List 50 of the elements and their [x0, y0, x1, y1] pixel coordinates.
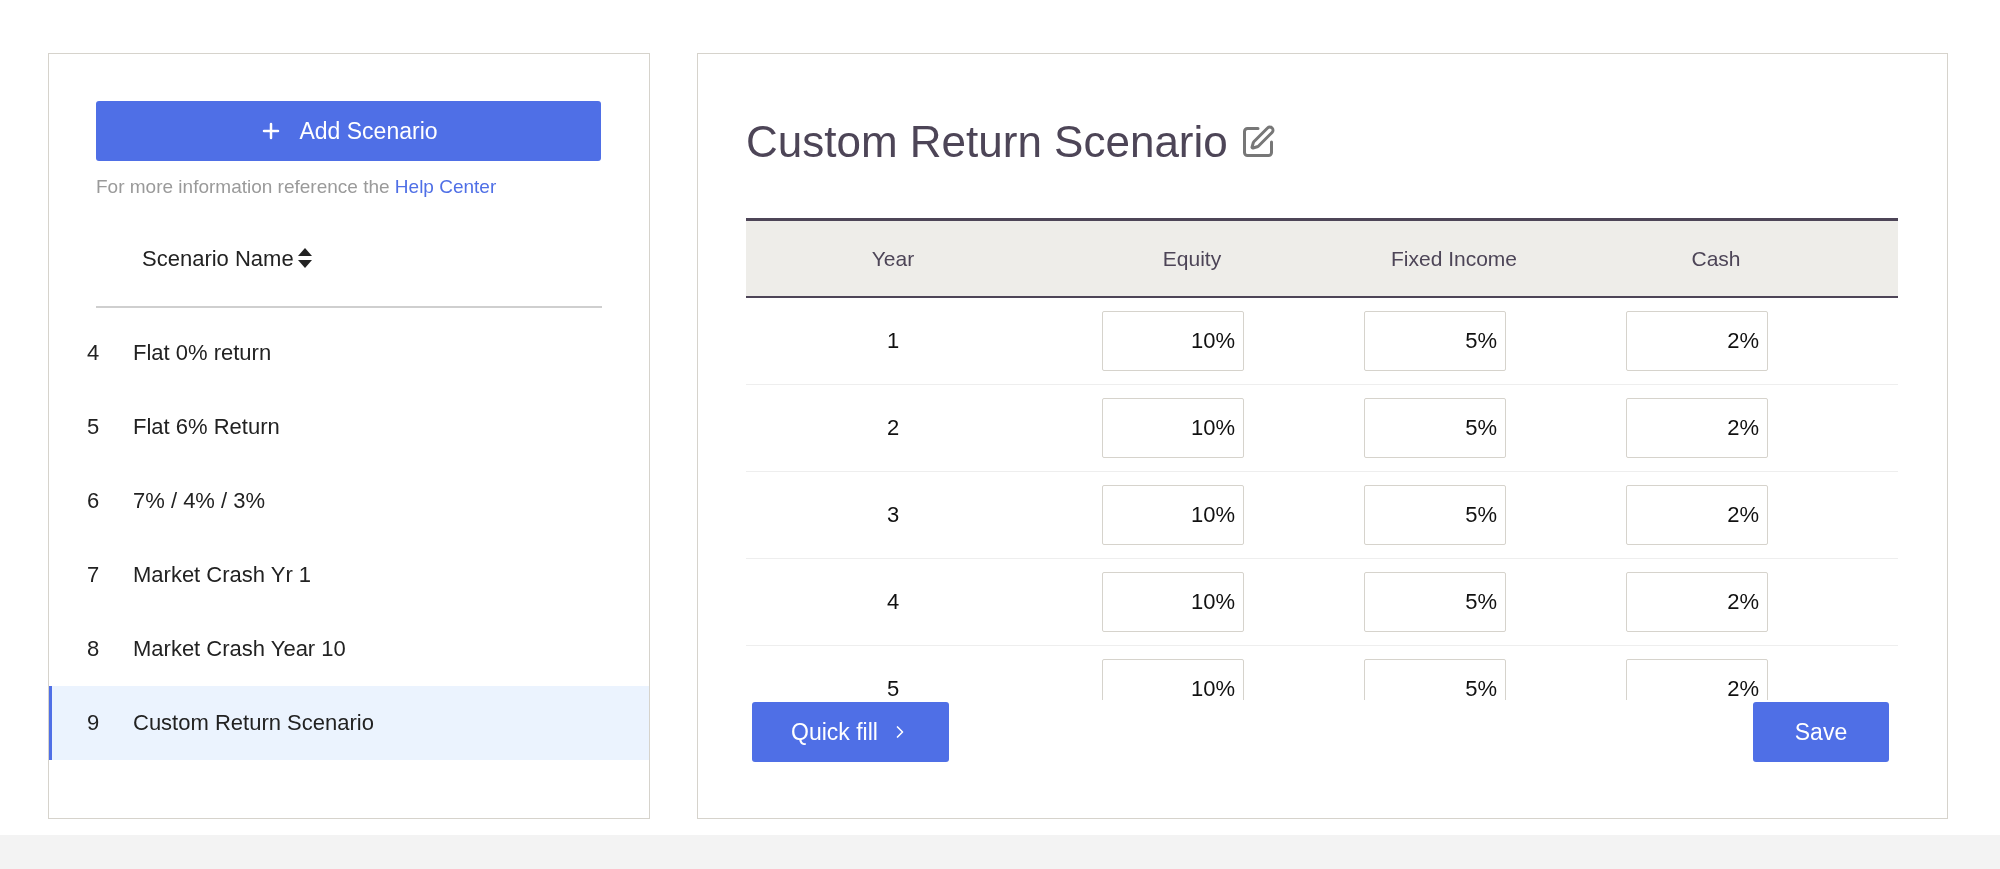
sort-icon: [297, 248, 312, 268]
scenario-name: Custom Return Scenario: [133, 709, 374, 737]
year-cell-text: 4: [885, 588, 901, 616]
column-header[interactable]: Scenario Name: [142, 241, 312, 275]
scenario-number: 6: [87, 487, 101, 515]
percent-input[interactable]: 10%: [1102, 659, 1244, 700]
scenario-name: 7% / 4% / 3%: [133, 487, 266, 515]
scenario-number: 9: [87, 709, 101, 737]
column-heading: Equity: [1161, 245, 1223, 272]
percent-input[interactable]: 5%: [1364, 485, 1506, 545]
percent-input[interactable]: 10%: [1102, 311, 1244, 371]
percent-input[interactable]: 2%: [1626, 398, 1768, 458]
scenario-row[interactable]: 9 Custom Return Scenario: [49, 685, 649, 760]
help-text: For more information reference the Help Center: [96, 175, 498, 199]
percent-input[interactable]: 5%: [1364, 572, 1506, 632]
add-scenario-button[interactable]: Add Scenario: [96, 101, 601, 161]
percent-input[interactable]: 5%: [1364, 659, 1506, 700]
scenario-name: Flat 0% return: [133, 339, 272, 367]
column-heading: Fixed Income: [1389, 245, 1519, 272]
scenario-row[interactable]: 6 7% / 4% / 3%: [49, 463, 649, 538]
percent-input[interactable]: 10%: [1102, 485, 1244, 545]
percent-input[interactable]: 2%: [1626, 572, 1768, 632]
scenario-number: 7: [87, 561, 101, 589]
help-center-link[interactable]: Help Center: [394, 176, 497, 197]
percent-input[interactable]: 5%: [1364, 311, 1506, 371]
scenario-name: Flat 6% Return: [133, 413, 280, 441]
scenario-row[interactable]: 4 Flat 0% return: [49, 315, 649, 390]
scenario-name: Market Crash Yr 1: [133, 561, 312, 589]
scenario-name: Market Crash Year 10: [133, 635, 346, 663]
column-heading: Year: [870, 245, 916, 272]
scenario-row[interactable]: 8 Market Crash Year 10: [49, 611, 649, 686]
scenario-row[interactable]: 7 Market Crash Yr 1: [49, 537, 649, 612]
column-heading: Cash: [1690, 245, 1742, 272]
scenario-number: 4: [87, 339, 101, 367]
save-button[interactable]: Save: [1753, 702, 1889, 762]
year-cell-text: 3: [885, 501, 901, 529]
percent-input[interactable]: 2%: [1626, 485, 1768, 545]
percent-input[interactable]: 2%: [1626, 311, 1768, 371]
percent-input[interactable]: 10%: [1102, 398, 1244, 458]
year-cell-text: 5: [885, 675, 901, 700]
quick-fill-button[interactable]: Quick fill: [752, 702, 949, 762]
year-cell-text: 2: [885, 414, 901, 442]
percent-input[interactable]: 2%: [1626, 659, 1768, 700]
scenario-title: Custom Return Scenario: [746, 116, 1228, 168]
scenario-number: 8: [87, 635, 101, 663]
percent-input[interactable]: 5%: [1364, 398, 1506, 458]
year-cell-text: 1: [885, 327, 901, 355]
scenario-row[interactable]: 5 Flat 6% Return: [49, 389, 649, 464]
scenario-number: 5: [87, 413, 101, 441]
percent-input[interactable]: 10%: [1102, 572, 1244, 632]
